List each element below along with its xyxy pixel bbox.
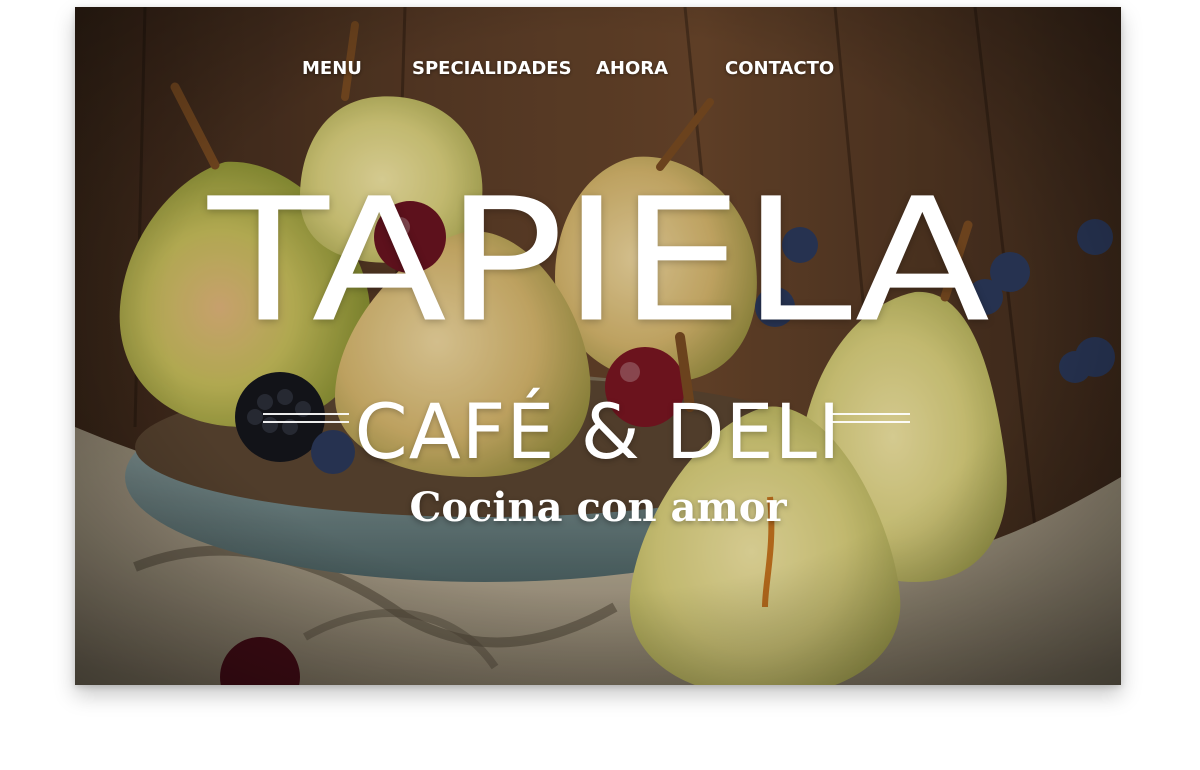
nav-link-ahora[interactable]: AHORA <box>596 51 668 87</box>
tagline: Cocina con amor <box>409 484 787 531</box>
main-nav: MENU SPECIALIDADES AHORA CONTACTO <box>75 51 1121 87</box>
nav-link-specialidades[interactable]: SPECIALIDADES <box>412 51 572 87</box>
nav-link-menu[interactable]: MENU <box>302 51 362 87</box>
right-decorative-rule <box>832 413 910 425</box>
brand-subtitle: CAFÉ & DELI <box>354 387 842 476</box>
brand-title: TAPIELA <box>207 161 990 360</box>
nav-link-contacto[interactable]: CONTACTO <box>725 51 834 87</box>
brand-subtitle-row: CAFÉ & DELI <box>75 387 1121 477</box>
hero-card: MENU SPECIALIDADES AHORA CONTACTO TAPIEL… <box>75 7 1121 685</box>
